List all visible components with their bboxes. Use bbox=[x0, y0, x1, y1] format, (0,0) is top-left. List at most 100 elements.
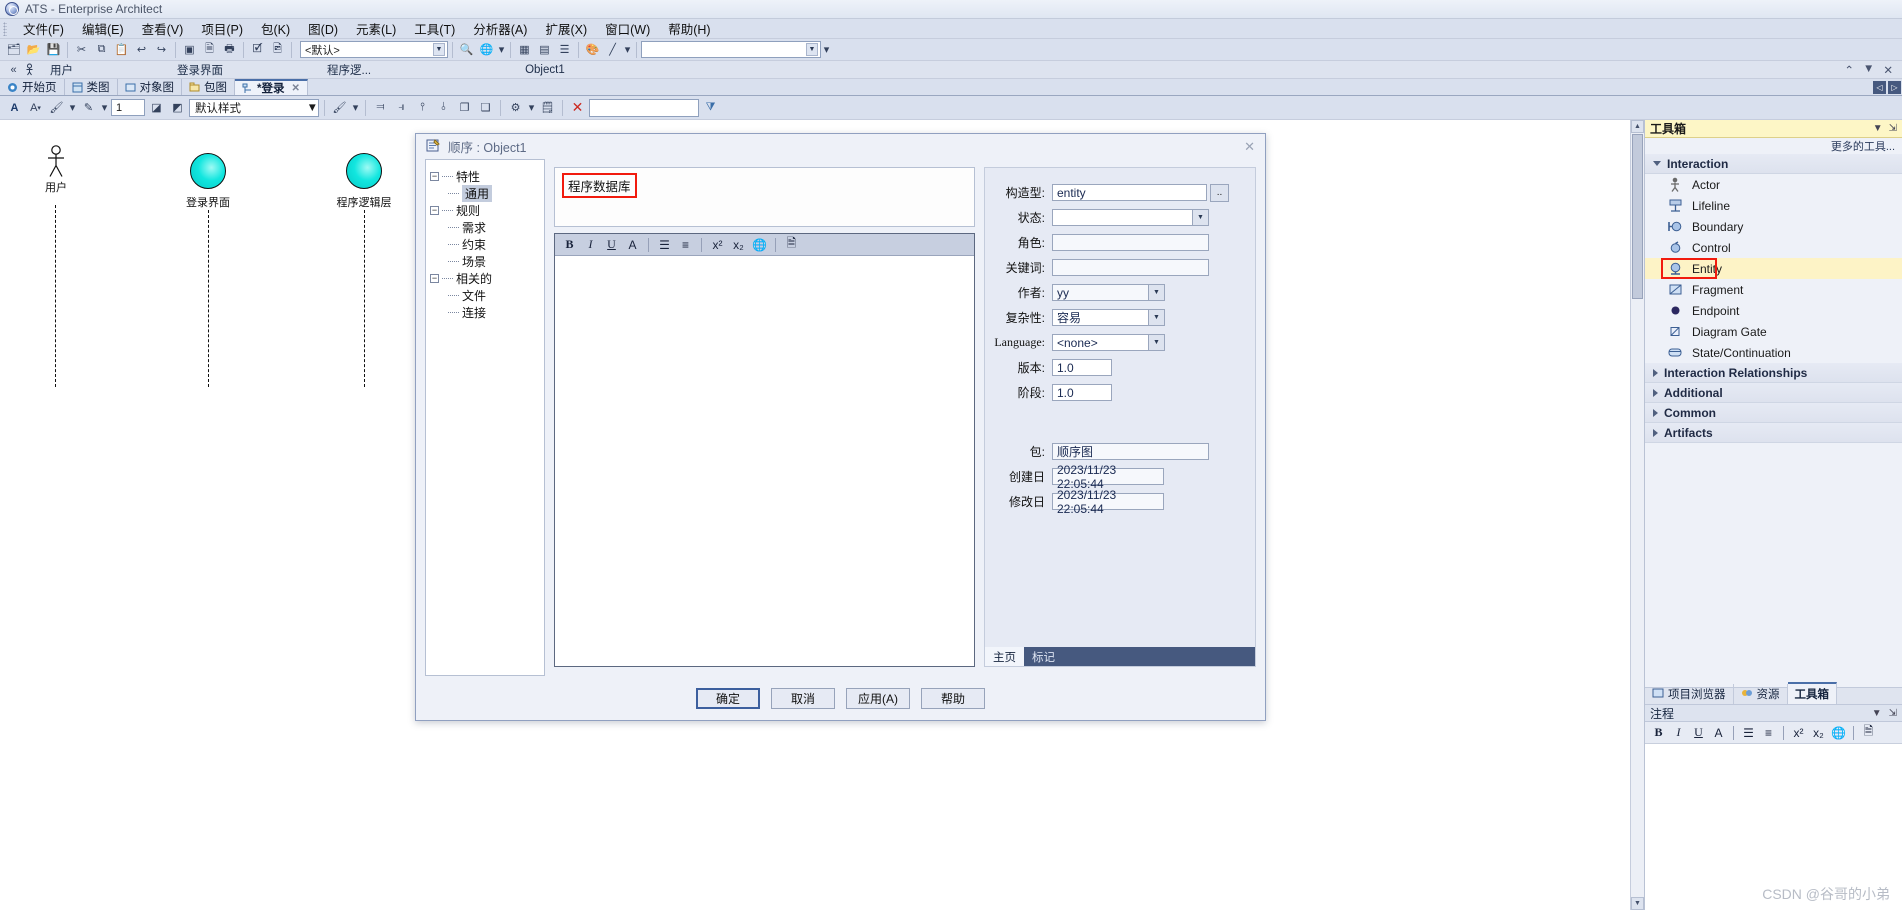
font-color-icon[interactable]: A bbox=[1710, 724, 1727, 741]
bullet-list-icon[interactable]: ☰ bbox=[1740, 724, 1757, 741]
toolbox-group-common[interactable]: Common bbox=[1645, 403, 1902, 423]
new-document-icon[interactable]: 🗎 bbox=[200, 40, 219, 59]
toolbox-group-additional[interactable]: Additional bbox=[1645, 383, 1902, 403]
tab-scroll-right-icon[interactable]: ▷ bbox=[1888, 80, 1901, 94]
close-icon[interactable]: ✕ bbox=[1244, 139, 1255, 155]
dropdown-icon[interactable]: ▼ bbox=[1863, 63, 1874, 77]
menu-window[interactable]: 窗口(W) bbox=[596, 17, 659, 40]
tree-node-properties[interactable]: − 特性 bbox=[430, 168, 540, 185]
numbered-list-icon[interactable]: ≡ bbox=[677, 236, 694, 253]
tree-node-scenarios[interactable]: 场景 bbox=[430, 253, 540, 270]
chevron-down-icon[interactable]: ▼ bbox=[806, 43, 818, 56]
search-input[interactable] bbox=[589, 98, 699, 117]
toolbox-item-diagram-gate[interactable]: Diagram Gate bbox=[1645, 321, 1902, 342]
scroll-up-icon[interactable]: ▲ bbox=[1631, 120, 1644, 133]
align-top-icon[interactable]: ⫯ bbox=[413, 98, 432, 117]
more-tools-link[interactable]: 更多的工具... bbox=[1645, 138, 1902, 154]
tree-node-rules[interactable]: − 规则 bbox=[430, 202, 540, 219]
toolbox-item-endpoint[interactable]: Endpoint bbox=[1645, 300, 1902, 321]
numbered-list-icon[interactable]: ≡ bbox=[1760, 724, 1777, 741]
layout-icon[interactable]: ⚙ bbox=[506, 98, 525, 117]
shadow-icon[interactable]: ◪ bbox=[147, 98, 166, 117]
italic-icon[interactable]: I bbox=[1670, 724, 1687, 741]
properties-window-icon[interactable]: ▤ bbox=[535, 40, 554, 59]
redo-icon[interactable]: ↪ bbox=[152, 40, 171, 59]
send-back-icon[interactable]: ❑ bbox=[476, 98, 495, 117]
menu-diagram[interactable]: 图(D) bbox=[299, 17, 347, 40]
breadcrumb-back-icon[interactable]: « bbox=[4, 60, 23, 79]
toolbox-item-control[interactable]: Control bbox=[1645, 237, 1902, 258]
tab-class-diagram[interactable]: 类图 bbox=[65, 79, 118, 95]
gradient-icon[interactable]: ◩ bbox=[168, 98, 187, 117]
keyword-input[interactable] bbox=[1052, 259, 1209, 276]
element-name-field[interactable]: 程序数据库 bbox=[554, 167, 975, 227]
scroll-down-icon[interactable]: ▼ bbox=[1631, 897, 1644, 910]
delete-icon[interactable]: ✕ bbox=[568, 98, 587, 117]
tab-resources[interactable]: 资源 bbox=[1734, 684, 1788, 704]
close-icon[interactable]: ✕ bbox=[291, 83, 299, 94]
tab-project-browser[interactable]: 项目浏览器 bbox=[1645, 684, 1734, 704]
tab-start-page[interactable]: 开始页 bbox=[0, 79, 65, 95]
align-left-icon[interactable]: ⫤ bbox=[371, 98, 390, 117]
style-combo[interactable]: 默认样式 ▼ bbox=[189, 98, 319, 117]
scrollbar-thumb[interactable] bbox=[1632, 134, 1643, 299]
spellcheck-icon[interactable]: 🗹 bbox=[248, 40, 267, 59]
dropdown-icon[interactable]: ▼ bbox=[1872, 708, 1882, 719]
browse-button[interactable]: .. bbox=[1210, 183, 1229, 202]
new-project-icon[interactable]: 🗂 bbox=[4, 40, 23, 59]
font-icon[interactable]: A bbox=[5, 98, 24, 117]
notes-window-icon[interactable]: ☰ bbox=[555, 40, 574, 59]
apply-style-dropdown-icon[interactable]: ▾ bbox=[351, 98, 360, 117]
report-icon[interactable]: 🖻 bbox=[268, 40, 287, 59]
line-color-icon[interactable]: ✎ bbox=[79, 98, 98, 117]
collapse-box-icon[interactable]: − bbox=[430, 274, 439, 283]
toolbox-item-state-continuation[interactable]: State/Continuation bbox=[1645, 342, 1902, 363]
menu-element[interactable]: 元素(L) bbox=[347, 17, 405, 40]
apply-style-icon[interactable]: 🖌 bbox=[330, 98, 349, 117]
tab-sequence-diagram[interactable]: *登录 ✕ bbox=[235, 79, 308, 95]
subscript-icon[interactable]: x₂ bbox=[1810, 724, 1827, 741]
superscript-icon[interactable]: x² bbox=[709, 236, 726, 253]
print-icon[interactable]: 🖶 bbox=[220, 40, 239, 59]
tree-node-links[interactable]: 连接 bbox=[430, 304, 540, 321]
hyperlink-icon[interactable]: 🌐 bbox=[1830, 724, 1847, 741]
toolbox-group-interaction-relationships[interactable]: Interaction Relationships bbox=[1645, 363, 1902, 383]
bring-front-icon[interactable]: ❐ bbox=[455, 98, 474, 117]
pin-icon[interactable]: ⇲ bbox=[1889, 708, 1897, 719]
superscript-icon[interactable]: x² bbox=[1790, 724, 1807, 741]
line-dropdown-icon[interactable]: ▾ bbox=[100, 98, 109, 117]
filter-icon[interactable]: ⧩ bbox=[701, 98, 720, 117]
subscript-icon[interactable]: x₂ bbox=[730, 236, 747, 253]
help-button[interactable]: 帮助 bbox=[921, 687, 985, 709]
tree-node-requirements[interactable]: 需求 bbox=[430, 219, 540, 236]
new-diagram-icon[interactable]: ▣ bbox=[180, 40, 199, 59]
italic-icon[interactable]: I bbox=[582, 236, 599, 253]
fill-dropdown-icon[interactable]: ▾ bbox=[68, 98, 77, 117]
tree-node-files[interactable]: 文件 bbox=[430, 287, 540, 304]
status-input[interactable] bbox=[1052, 209, 1193, 226]
line-style-dropdown-icon[interactable]: ▾ bbox=[623, 40, 632, 59]
menu-package[interactable]: 包(K) bbox=[252, 17, 299, 40]
bold-icon[interactable]: B bbox=[561, 236, 578, 253]
paste-icon[interactable]: 📋 bbox=[112, 40, 131, 59]
chevron-down-icon[interactable]: ▼ bbox=[1149, 334, 1165, 351]
diagram-element-logic-layer[interactable]: 程序逻辑层 bbox=[331, 153, 397, 210]
toolbox-item-boundary[interactable]: Boundary bbox=[1645, 216, 1902, 237]
toolbox-item-actor[interactable]: Actor bbox=[1645, 174, 1902, 195]
diagram-element-actor[interactable]: 用户 bbox=[32, 145, 80, 195]
filter-dropdown-icon[interactable]: ▾ bbox=[822, 40, 831, 59]
close-icon[interactable]: ✕ bbox=[1883, 63, 1893, 77]
toolbox-group-artifacts[interactable]: Artifacts bbox=[1645, 423, 1902, 443]
cancel-button[interactable]: 取消 bbox=[771, 687, 835, 709]
toolbox-item-lifeline[interactable]: Lifeline bbox=[1645, 195, 1902, 216]
line-style-icon[interactable]: ╱ bbox=[603, 40, 622, 59]
tab-object-diagram[interactable]: 对象图 bbox=[118, 79, 182, 95]
stereotype-input[interactable]: entity bbox=[1052, 184, 1207, 201]
chevron-down-icon[interactable]: ▼ bbox=[433, 43, 445, 56]
canvas-vertical-scrollbar[interactable]: ▲ ▼ bbox=[1630, 120, 1644, 910]
chevron-down-icon[interactable]: ▼ bbox=[1149, 309, 1165, 326]
breadcrumb-item-3[interactable]: Object1 bbox=[385, 64, 579, 76]
tab-tagged-values[interactable]: 标记 bbox=[1024, 647, 1063, 666]
tab-scroll-left-icon[interactable]: ◁ bbox=[1873, 80, 1886, 94]
dropdown-small-icon[interactable]: ▾ bbox=[497, 40, 506, 59]
